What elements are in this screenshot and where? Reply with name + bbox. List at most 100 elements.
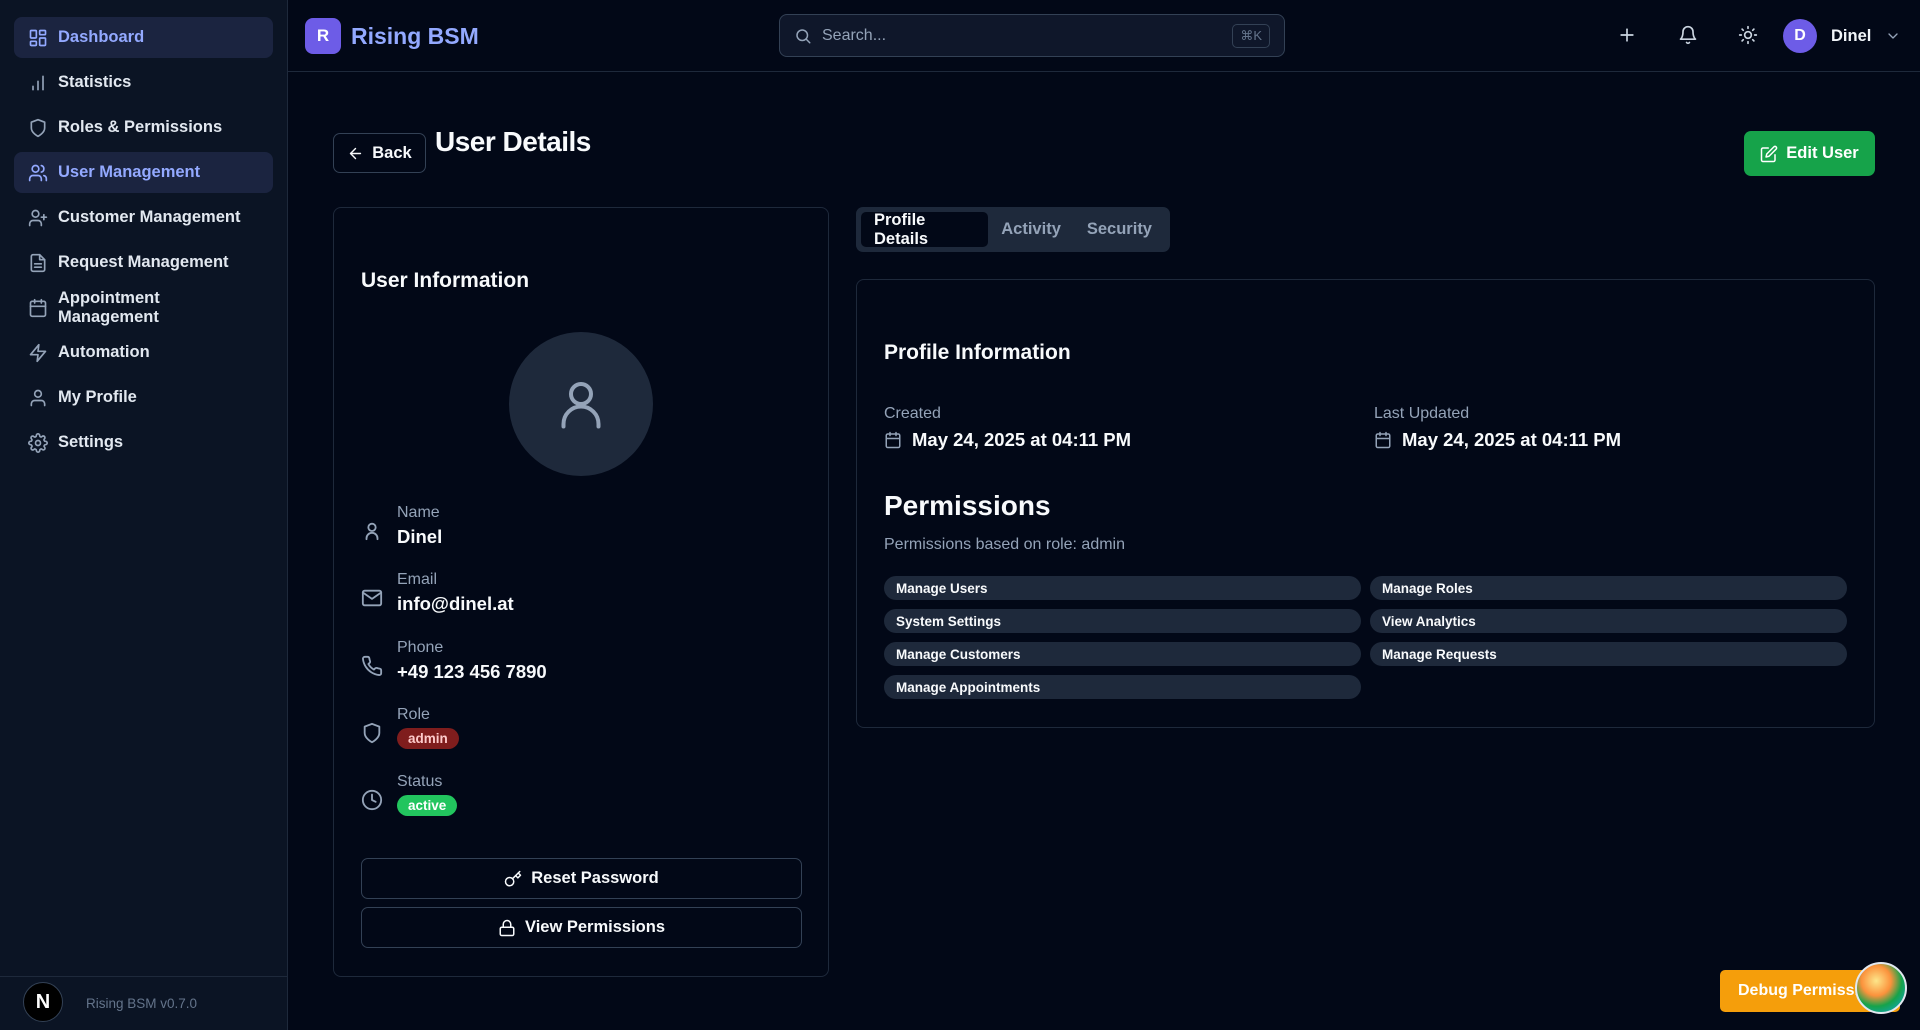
add-button[interactable] xyxy=(1612,20,1642,50)
updated-label: Last Updated xyxy=(1374,405,1470,422)
plus-icon xyxy=(1617,25,1637,45)
bar-chart-icon xyxy=(28,73,48,93)
bell-icon xyxy=(1678,25,1698,45)
calendar-icon xyxy=(884,431,902,449)
version-label: Rising BSM v0.7.0 xyxy=(86,996,198,1011)
edit-user-label: Edit User xyxy=(1786,144,1859,162)
tab-list: Profile Details Activity Security xyxy=(856,207,1170,252)
created-label: Created xyxy=(884,405,941,422)
phone-value: +49 123 456 7890 xyxy=(397,661,547,682)
status-badge: active xyxy=(397,795,458,816)
permission-badge: Manage Customers xyxy=(884,642,1361,666)
view-permissions-button[interactable]: View Permissions xyxy=(361,907,802,948)
search-shortcut: ⌘K xyxy=(1232,23,1270,48)
clock-icon xyxy=(361,773,383,811)
sidebar-item-label: Appointment Management xyxy=(58,288,160,326)
sidebar-item-label: Dashboard xyxy=(58,28,145,46)
user-icon xyxy=(28,388,48,408)
user-menu[interactable]: D Dinel xyxy=(1783,19,1901,53)
sidebar-item-customers[interactable]: Customer Management xyxy=(14,197,273,238)
back-button[interactable]: Back xyxy=(333,133,426,173)
phone-row: Phone +49 123 456 7890 xyxy=(361,639,547,683)
reset-password-label: Reset Password xyxy=(531,869,659,887)
sidebar-item-settings[interactable]: Settings xyxy=(14,422,273,463)
phone-label: Phone xyxy=(397,639,444,656)
shield-icon xyxy=(28,118,48,138)
tab-profile-details[interactable]: Profile Details xyxy=(861,211,989,248)
file-text-icon xyxy=(28,253,48,273)
created-value: May 24, 2025 at 04:11 PM xyxy=(912,429,1132,450)
avatar: D xyxy=(1783,19,1817,53)
brand[interactable]: R Rising BSM xyxy=(305,18,479,54)
sidebar-item-statistics[interactable]: Statistics xyxy=(14,62,273,103)
sidebar-item-label: My Profile xyxy=(58,388,137,406)
zap-icon xyxy=(28,343,48,363)
search-icon xyxy=(794,27,812,45)
theme-toggle-button[interactable] xyxy=(1733,20,1763,50)
user-info-title: User Information xyxy=(361,269,530,292)
calendar-icon xyxy=(1374,431,1392,449)
edit-user-button[interactable]: Edit User xyxy=(1744,131,1875,176)
sidebar-item-roles[interactable]: Roles & Permissions xyxy=(14,107,273,148)
phone-icon xyxy=(361,639,383,677)
name-value: Dinel xyxy=(397,526,443,547)
name-label: Name xyxy=(397,504,440,521)
profile-info-title: Profile Information xyxy=(884,341,1071,364)
back-label: Back xyxy=(372,143,412,162)
permissions-subtitle: Permissions based on role: admin xyxy=(884,536,1126,553)
sidebar-item-label: Customer Management xyxy=(58,208,241,226)
layout-grid-icon xyxy=(28,28,48,48)
sidebar-item-requests[interactable]: Request Management xyxy=(14,242,273,283)
sidebar-item-profile[interactable]: My Profile xyxy=(14,377,273,418)
edit-icon xyxy=(1760,145,1778,163)
tab-security[interactable]: Security xyxy=(1074,212,1165,247)
tab-activity[interactable]: Activity xyxy=(988,212,1074,247)
notifications-button[interactable] xyxy=(1673,20,1703,50)
sidebar-item-user-management[interactable]: User Management xyxy=(14,152,273,193)
sidebar: Dashboard Statistics Roles & Permissions… xyxy=(0,0,288,1030)
sidebar-item-label: Settings xyxy=(58,433,124,451)
arrow-left-icon xyxy=(347,145,364,162)
users-icon xyxy=(28,163,48,183)
user-icon xyxy=(361,504,383,542)
role-label: Role xyxy=(397,706,430,723)
mail-icon xyxy=(361,571,383,609)
user-name: Dinel xyxy=(1831,26,1872,45)
search-bar[interactable]: ⌘K xyxy=(779,14,1285,57)
permission-badge: View Analytics xyxy=(1370,609,1847,633)
key-icon xyxy=(504,870,522,888)
status-row: Status active xyxy=(361,773,458,816)
email-value: info@dinel.at xyxy=(397,593,514,614)
sidebar-item-label: Roles & Permissions xyxy=(58,118,223,136)
sidebar-item-dashboard[interactable]: Dashboard xyxy=(14,17,273,58)
status-label: Status xyxy=(397,773,443,790)
lock-icon xyxy=(498,919,516,937)
created-value-row: May 24, 2025 at 04:11 PM xyxy=(884,429,1131,451)
sidebar-item-label: Statistics xyxy=(58,73,132,91)
sidebar-item-label: Request Management xyxy=(58,253,229,271)
permission-badge: Manage Requests xyxy=(1370,642,1847,666)
role-row: Role admin xyxy=(361,706,459,749)
nextjs-badge[interactable]: N xyxy=(23,982,63,1022)
user-icon xyxy=(551,374,611,434)
permissions-list: Manage Users Manage Roles System Setting… xyxy=(884,576,1847,699)
page-title: User Details xyxy=(435,126,591,157)
calendar-icon xyxy=(28,298,48,318)
email-label: Email xyxy=(397,571,438,588)
email-row: Email info@dinel.at xyxy=(361,571,514,615)
reset-password-button[interactable]: Reset Password xyxy=(361,858,802,899)
permission-badge: Manage Appointments xyxy=(884,675,1361,699)
sidebar-item-automation[interactable]: Automation xyxy=(14,332,273,373)
permission-badge: Manage Users xyxy=(884,576,1361,600)
sidebar-item-appointments[interactable]: Appointment Management xyxy=(14,287,273,328)
dev-tools-orb[interactable] xyxy=(1855,962,1907,1014)
gear-icon xyxy=(28,432,48,453)
profile-info-card: Profile Information Created May 24, 2025… xyxy=(856,279,1875,728)
updated-value-row: May 24, 2025 at 04:11 PM xyxy=(1374,429,1621,451)
name-row: Name Dinel xyxy=(361,504,442,548)
sidebar-item-label: Automation xyxy=(58,343,150,361)
search-input[interactable] xyxy=(822,26,1223,45)
sidebar-nav: Dashboard Statistics Roles & Permissions… xyxy=(0,0,287,484)
top-header: R Rising BSM ⌘K D Dinel xyxy=(288,0,1920,72)
permission-badge: Manage Roles xyxy=(1370,576,1847,600)
